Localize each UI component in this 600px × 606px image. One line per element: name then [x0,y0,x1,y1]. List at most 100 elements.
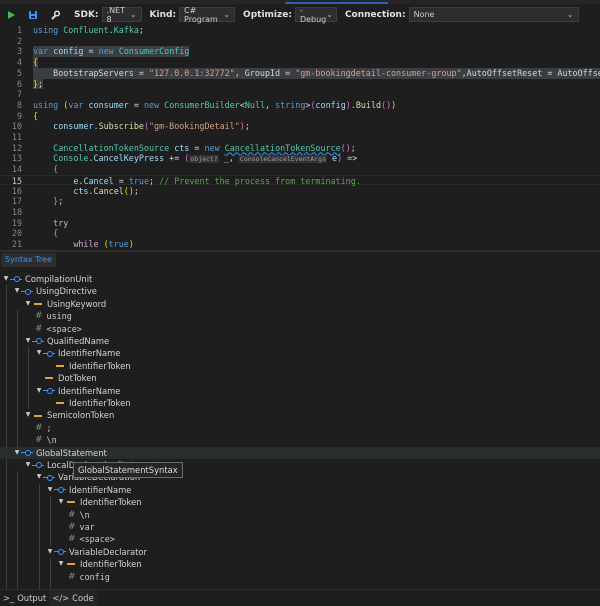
expand-arrow-icon[interactable]: ▼ [2,273,10,285]
tree-node[interactable]: # <space> [0,323,600,335]
indent-guide [50,496,51,546]
code-token: ; [244,121,250,132]
code-token: var [68,99,84,110]
code-editor[interactable]: 1 using Confluent.Kafka; 2 3 var config = ne… [0,24,600,250]
tree-node[interactable]: # \n [0,434,600,446]
expand-arrow-icon[interactable]: ▼ [57,558,65,570]
code-line[interactable]: 16 cts.Cancel(); [0,186,600,197]
tree-node[interactable]: ▼ QualifiedName [0,335,600,347]
syntax-node-icon [10,275,22,283]
expand-arrow-icon[interactable]: ▼ [46,546,54,558]
tree-node[interactable]: ▼ UsingKeyword [0,298,600,310]
code-token: = [189,142,205,153]
code-line[interactable]: 7 [0,89,600,100]
trivia-label: ; [46,422,52,433]
sdk-value: .NET 8 [106,5,125,24]
code-line[interactable]: 4{ [0,57,600,68]
optimize-select[interactable]: - Debug ⌄ [294,6,337,24]
tree-node[interactable]: # <space> [0,533,600,545]
code-text: try [33,218,68,229]
tree-node[interactable]: ▼ CompilationUnit [0,273,600,285]
code-line[interactable]: 9{ [0,111,600,122]
save-icon[interactable] [26,8,40,22]
tree-node[interactable]: ▼ IdentifierToken [0,558,600,570]
optimize-label: Optimize: [243,9,292,20]
tree-node[interactable]: ▼ UsingDirective [0,285,600,297]
node-label: DotToken [58,373,97,384]
code-line[interactable]: 8 using (var consumer = new ConsumerBuild… [0,100,600,111]
code-line[interactable]: 20 { [0,228,600,239]
expand-arrow-icon[interactable]: ▼ [13,285,21,297]
expand-arrow-icon[interactable]: ▼ [24,459,32,471]
tab-output[interactable]: >_ Output [0,590,49,606]
code-line[interactable]: 11 [0,132,600,143]
trivia-label: config [79,571,110,582]
syntax-node-icon [43,387,55,395]
code-line[interactable]: 18 [0,207,600,218]
tree-node[interactable]: IdentifierToken [0,360,600,372]
code-line[interactable]: 21 while (true) [0,239,600,250]
expand-arrow-icon[interactable]: ▼ [13,447,21,459]
tree-node[interactable]: # config [0,571,600,583]
tree-node[interactable]: #; [0,422,600,434]
expand-arrow-icon[interactable]: ▼ [24,298,32,310]
code-line[interactable]: 2 [0,36,600,47]
trivia-label: \n [79,509,90,520]
expand-arrow-icon[interactable]: ▼ [35,385,43,397]
expand-arrow-icon[interactable]: ▼ [35,471,43,483]
code-token: using [33,99,59,110]
code-line[interactable]: 3 var config = new ConsumerConfig [0,46,600,58]
code-token: { [53,228,59,239]
tab-syntax-tree[interactable]: Syntax Tree [1,253,56,267]
line-number: 1 [16,25,22,35]
tree-node[interactable]: # var [0,521,600,533]
code-line[interactable]: 13 Console.CancelKeyPress += (object? _,… [0,153,600,164]
code-line[interactable]: 5 BootstrapServers = "127.0.0.1:32772", … [0,67,600,79]
tree-node[interactable]: ▼ VariableDeclarator [0,546,600,558]
expand-arrow-icon[interactable]: ▼ [46,484,54,496]
tree-node[interactable]: ▼ IdentifierName [0,484,600,496]
indent-guide [6,285,7,447]
code-line[interactable]: 10 consumer.Subscribe("gm-BookingDetail"… [0,121,600,132]
code-line[interactable]: 12 CancellationTokenSource cts = new Can… [0,143,600,154]
tree-node[interactable]: DotToken [0,372,600,384]
active-tab-indicator [285,2,388,4]
code-line[interactable]: 17 }; [0,196,600,207]
tree-node[interactable]: ▼ IdentifierName [0,385,600,397]
code-line[interactable]: 6}; [0,78,600,90]
tree-node[interactable]: ▼ GlobalStatement [0,446,600,459]
node-label: IdentifierName [58,385,121,396]
expand-arrow-icon[interactable]: ▼ [24,409,32,421]
code-line[interactable]: 14 { [0,164,600,175]
wrench-icon[interactable] [48,8,62,22]
node-label: VariableDeclarator [69,546,147,557]
line-number: 19 [11,217,22,228]
tree-node[interactable]: ▼ IdentifierToken [0,496,600,508]
tab-code[interactable]: </> Code [49,590,97,606]
tree-node[interactable]: ▼ IdentifierName [0,347,600,359]
code-token: _, [218,153,239,164]
tree-node[interactable]: ▼ SemicolonToken [0,409,600,421]
tree-node[interactable]: # using [0,310,600,322]
line-number: 3 [16,46,22,57]
code-line[interactable]: 19 try [0,218,600,229]
expand-arrow-icon[interactable]: ▼ [35,347,43,359]
expand-arrow-icon[interactable]: ▼ [57,496,65,508]
code-token: "gm-BookingDetail" [149,121,240,132]
kind-select[interactable]: C# Program ⌄ [179,6,236,24]
connection-select[interactable]: None ⌄ [408,7,579,22]
code-line[interactable]: 15 e.Cancel = true; // Prevent the proce… [0,174,600,186]
tree-node[interactable]: IdentifierToken [0,397,600,409]
code-token: consumer [88,99,129,110]
play-icon[interactable] [4,8,18,22]
sdk-select[interactable]: .NET 8 ⌄ [101,5,142,24]
expand-arrow-icon[interactable]: ▼ [24,335,32,347]
tree-node[interactable]: # \n [0,509,600,521]
node-label: UsingKeyword [47,298,107,309]
code-line[interactable]: 1 using Confluent.Kafka; [0,25,600,36]
terminal-icon: >_ [3,593,15,603]
